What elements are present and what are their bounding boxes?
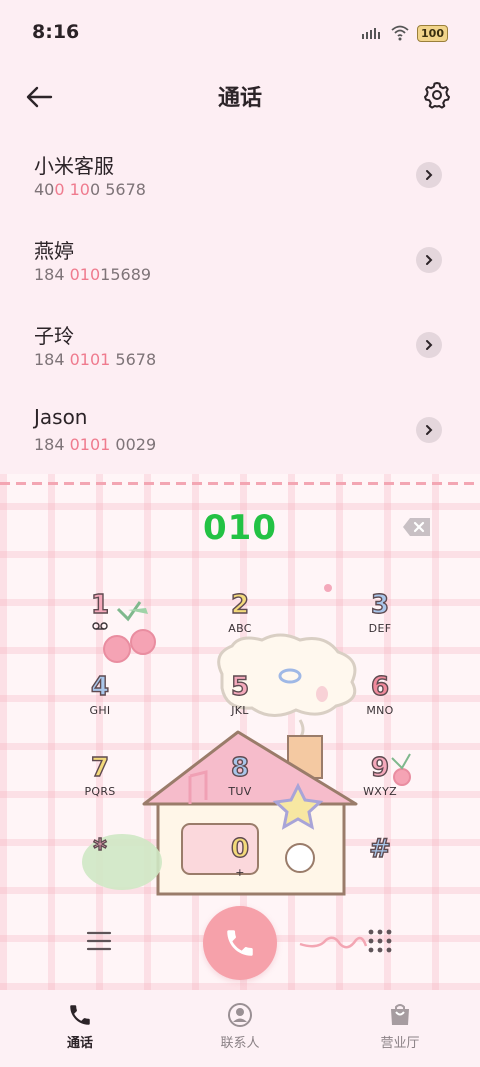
- contact-detail-button[interactable]: [416, 162, 442, 188]
- hamburger-icon: [86, 931, 112, 951]
- key-9[interactable]: 9 WXYZ: [335, 752, 425, 819]
- chevron-right-icon: [426, 170, 433, 180]
- status-time: 8:16: [32, 21, 80, 43]
- dialer-panel: 010 1 2 ABC 3 DEF 4 GHI 5 JKL 6 MNO 7 PQ…: [0, 474, 480, 990]
- dot-decoration: [324, 584, 332, 592]
- contact-number: 184 0101 0029: [34, 435, 157, 454]
- wifi-icon: [391, 25, 409, 41]
- nav-label: 通话: [66, 1036, 93, 1051]
- dialpad-toggle-button[interactable]: [366, 927, 394, 955]
- contact-name: 小米客服: [34, 154, 114, 178]
- squiggle-decoration: [299, 936, 368, 949]
- key-8[interactable]: 8 TUV: [195, 752, 285, 819]
- contact-number: 184 0101 5678: [34, 350, 157, 369]
- key-7[interactable]: 7 PQRS: [55, 752, 145, 819]
- contact-row-4[interactable]: Jason 184 0101 0029: [0, 389, 480, 474]
- contact-name: Jason: [34, 405, 88, 429]
- status-icons: 100: [361, 24, 448, 42]
- back-button[interactable]: [22, 80, 56, 114]
- phone-icon: [227, 930, 253, 956]
- menu-button[interactable]: [86, 930, 112, 952]
- contact-detail-button[interactable]: [416, 332, 442, 358]
- number-match-highlight: 0101: [69, 350, 111, 369]
- phone-icon: [70, 1005, 90, 1025]
- contact-row-2[interactable]: 燕婷 184 01015689: [0, 219, 480, 304]
- number-match-highlight: 010: [69, 265, 101, 284]
- contact-row-1[interactable]: 小米客服 400 100 5678: [0, 134, 480, 219]
- voicemail-icon: [92, 622, 108, 630]
- call-button[interactable]: [203, 906, 277, 980]
- contact-detail-button[interactable]: [416, 417, 442, 443]
- chevron-right-icon: [426, 425, 433, 435]
- nav-tab-business-hall[interactable]: 营业厅: [320, 990, 480, 1067]
- key-6[interactable]: 6 MNO: [335, 671, 425, 738]
- key-2[interactable]: 2 ABC: [195, 589, 285, 656]
- shopping-bag-icon: [391, 1004, 409, 1025]
- chevron-right-icon: [426, 340, 433, 350]
- arrow-left-icon: [26, 86, 53, 108]
- contact-suggestion-list: 小米客服 400 100 5678 燕婷 184 01015689 子玲 184…: [0, 134, 480, 474]
- dialpad-icon: [368, 929, 392, 953]
- key-star[interactable]: *: [55, 833, 145, 900]
- key-hash[interactable]: #: [335, 833, 425, 900]
- gear-icon: [424, 82, 450, 109]
- page-title: 通话: [217, 86, 262, 111]
- nav-label: 联系人: [220, 1036, 260, 1051]
- contacts-icon: [228, 1003, 252, 1027]
- settings-button[interactable]: [422, 80, 452, 110]
- key-4[interactable]: 4 GHI: [55, 671, 145, 738]
- nav-tab-contacts[interactable]: 联系人: [160, 990, 320, 1067]
- nav-label: 营业厅: [380, 1036, 420, 1051]
- bottom-navigation: 通话 联系人 营业厅: [0, 990, 480, 1067]
- key-5[interactable]: 5 JKL: [195, 671, 285, 738]
- contact-row-3[interactable]: 子玲 184 0101 5678: [0, 304, 480, 389]
- signal-icon: [362, 28, 381, 39]
- contact-name: 燕婷: [34, 239, 74, 263]
- backspace-button[interactable]: [402, 517, 432, 537]
- contact-number: 400 100 5678: [34, 180, 146, 199]
- number-match-highlight: 0101: [69, 435, 111, 454]
- status-bar: 8:16 100: [0, 0, 480, 66]
- chevron-right-icon: [426, 255, 433, 265]
- key-0[interactable]: 0 +: [195, 833, 285, 900]
- number-match-highlight: 0 10: [54, 180, 90, 199]
- battery-indicator: 100: [417, 24, 448, 42]
- backspace-icon: [403, 518, 430, 536]
- nav-tab-calls[interactable]: 通话: [0, 990, 160, 1067]
- contact-detail-button[interactable]: [416, 247, 442, 273]
- key-1[interactable]: 1: [55, 589, 145, 656]
- key-3[interactable]: 3 DEF: [335, 589, 425, 656]
- contact-name: 子玲: [34, 324, 74, 348]
- contact-number: 184 01015689: [34, 265, 152, 284]
- top-app-bar: 通话: [0, 68, 480, 124]
